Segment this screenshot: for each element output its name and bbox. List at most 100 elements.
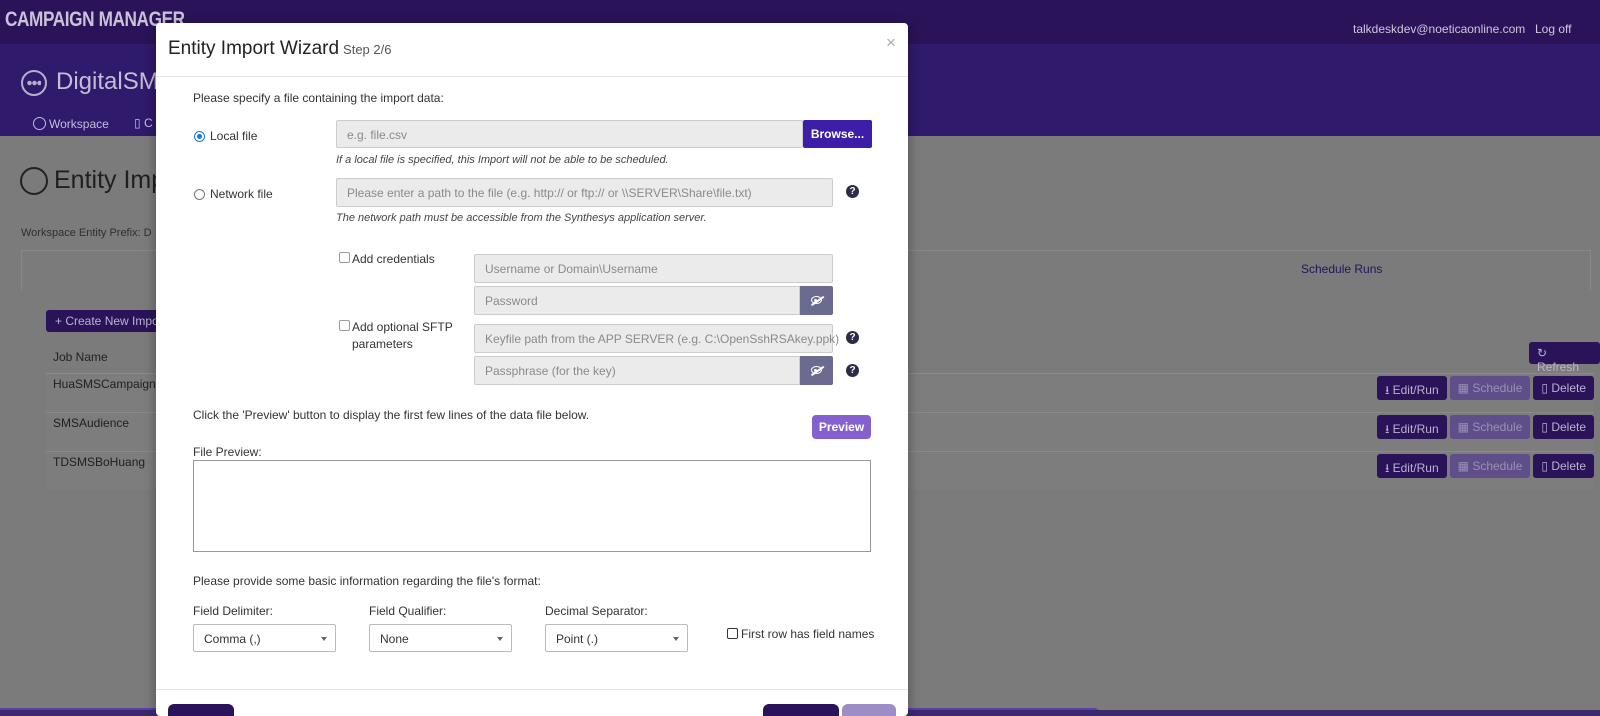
job-name: HuaSMSCampaignE — [53, 377, 164, 391]
passphrase-placeholder: Passphrase (for the key) — [485, 364, 616, 378]
edit-run-button[interactable]: ⭳ Edit/Run — [1377, 454, 1447, 478]
preview-instruction: Click the 'Preview' button to display th… — [193, 408, 590, 422]
toggle-passphrase-visibility-button[interactable] — [800, 356, 833, 385]
job-name: SMSAudience — [53, 416, 130, 430]
keyfile-input[interactable]: Keyfile path from the APP SERVER (e.g. C… — [474, 324, 839, 353]
caret-down-icon — [673, 637, 679, 641]
local-file-label: Local file — [210, 129, 258, 143]
delete-label: Delete — [1551, 381, 1586, 395]
job-name-header: Job Name — [53, 350, 108, 364]
toggle-password-visibility-button[interactable] — [800, 286, 833, 315]
nav-other[interactable]: ▯ C — [134, 116, 153, 130]
help-icon[interactable]: ? — [846, 331, 859, 344]
job-name: TDSMSBoHuang — [53, 455, 146, 469]
wizard-step: Step 2/6 — [343, 42, 392, 57]
username-placeholder: Username or Domain\Username — [485, 262, 658, 276]
refresh-icon: ↻ — [1537, 346, 1548, 360]
local-file-hint: If a local file is specified, this Impor… — [336, 154, 669, 166]
field-qualifier-value: None — [380, 632, 409, 646]
username-input[interactable]: Username or Domain\Username — [474, 254, 833, 283]
first-row-label: First row has field names — [741, 627, 875, 641]
field-delimiter-label: Field Delimiter: — [193, 604, 274, 618]
entity-import-wizard-dialog: Entity Import Wizard Step 2/6 × Please sp… — [156, 23, 908, 716]
help-icon[interactable]: ? — [846, 185, 859, 198]
keyfile-placeholder: Keyfile path from the APP SERVER (e.g. C… — [485, 332, 840, 346]
first-row-checkbox[interactable] — [727, 628, 738, 639]
nav-other-label: C — [143, 116, 153, 130]
local-file-placeholder: e.g. file.csv — [347, 128, 408, 142]
local-file-radio[interactable] — [194, 131, 205, 142]
format-instruction: Please provide some basic information re… — [193, 574, 541, 588]
app-title: DigitalSM — [56, 68, 159, 95]
refresh-label: Refresh — [1537, 360, 1580, 374]
edit-run-button[interactable]: ⭳ Edit/Run — [1377, 376, 1447, 400]
edit-run-button[interactable]: ⭳ Edit/Run — [1377, 415, 1447, 439]
sftp-label-line2: parameters — [352, 337, 413, 351]
local-file-input[interactable]: e.g. file.csv — [336, 120, 803, 148]
field-delimiter-value: Comma (,) — [204, 632, 261, 646]
file-preview-area[interactable] — [193, 460, 871, 552]
add-credentials-label: Add credentials — [352, 252, 435, 266]
workspace-prefix: Workspace Entity Prefix: D — [21, 227, 152, 239]
nav-workspace-label: Workspace — [49, 117, 109, 131]
field-delimiter-select[interactable]: Comma (,) — [193, 624, 336, 652]
decimal-separator-value: Point (.) — [556, 632, 599, 646]
delete-button[interactable]: ▯ Delete — [1533, 415, 1594, 439]
delete-button[interactable]: ▯ Delete — [1533, 454, 1594, 478]
schedule-label: Schedule — [1472, 420, 1523, 434]
decimal-separator-label: Decimal Separator: — [545, 604, 648, 618]
caret-down-icon — [321, 637, 327, 641]
footer-divider — [156, 689, 908, 690]
password-input[interactable]: Password — [474, 286, 800, 315]
network-file-hint: The network path must be accessible from… — [336, 212, 707, 224]
network-file-placeholder: Please enter a path to the file (e.g. ht… — [347, 186, 752, 200]
schedule-button[interactable]: ▦ Schedule — [1449, 376, 1531, 400]
delete-label: Delete — [1551, 459, 1586, 473]
decimal-separator-select[interactable]: Point (.) — [545, 624, 688, 652]
field-qualifier-label: Field Qualifier: — [369, 604, 447, 618]
modal-header: Entity Import Wizard Step 2/6 × — [156, 23, 908, 77]
schedule-button[interactable]: ▦ Schedule — [1449, 454, 1531, 478]
help-icon[interactable]: ? — [846, 364, 859, 377]
delete-button[interactable]: ▯ Delete — [1533, 376, 1594, 400]
eye-slash-icon — [811, 296, 822, 304]
close-icon[interactable]: × — [886, 33, 896, 53]
workspace-icon — [33, 117, 46, 130]
refresh-button[interactable]: ↻ Refresh — [1529, 342, 1600, 374]
schedule-button[interactable]: ▦ Schedule — [1449, 415, 1531, 439]
caret-down-icon — [497, 637, 503, 641]
book-icon: ▯ — [134, 116, 141, 130]
create-import-button[interactable]: + Create New Impo — [46, 310, 168, 332]
modal-title-text: Entity Import Wizard — [168, 38, 340, 59]
browse-button[interactable]: Browse... — [803, 120, 872, 148]
specify-file-instruction: Please specify a file containing the imp… — [193, 91, 444, 105]
page-title: Entity Imp — [54, 166, 166, 194]
modal-title: Entity Import Wizard Step 2/6 — [168, 38, 391, 60]
edit-run-label: Edit/Run — [1392, 422, 1439, 436]
password-placeholder: Password — [485, 294, 538, 308]
schedule-label: Schedule — [1472, 459, 1523, 473]
passphrase-input[interactable]: Passphrase (for the key) — [474, 356, 800, 385]
cancel-button[interactable] — [168, 704, 234, 716]
edit-run-label: Edit/Run — [1392, 383, 1439, 397]
app-logo-icon — [21, 70, 47, 96]
preview-button[interactable]: Preview — [812, 415, 871, 439]
network-file-input[interactable]: Please enter a path to the file (e.g. ht… — [336, 178, 833, 207]
sftp-label-line1: Add optional SFTP — [352, 320, 453, 334]
entity-import-icon — [20, 167, 48, 195]
file-preview-label: File Preview: — [193, 445, 262, 459]
delete-label: Delete — [1551, 420, 1586, 434]
network-file-label: Network file — [210, 187, 273, 201]
user-email: talkdeskdev@noeticaonline.com — [1353, 22, 1526, 36]
tab-schedule-runs[interactable]: Schedule Runs — [1301, 262, 1382, 276]
add-credentials-checkbox[interactable] — [339, 252, 350, 263]
back-button[interactable] — [763, 704, 839, 716]
logoff-link[interactable]: Log off — [1535, 22, 1571, 36]
edit-run-label: Edit/Run — [1392, 461, 1439, 475]
sftp-checkbox[interactable] — [339, 320, 350, 331]
schedule-label: Schedule — [1472, 381, 1523, 395]
network-file-radio[interactable] — [194, 189, 205, 200]
next-button[interactable] — [842, 704, 896, 716]
field-qualifier-select[interactable]: None — [369, 624, 512, 652]
nav-workspace[interactable]: Workspace — [33, 117, 109, 131]
